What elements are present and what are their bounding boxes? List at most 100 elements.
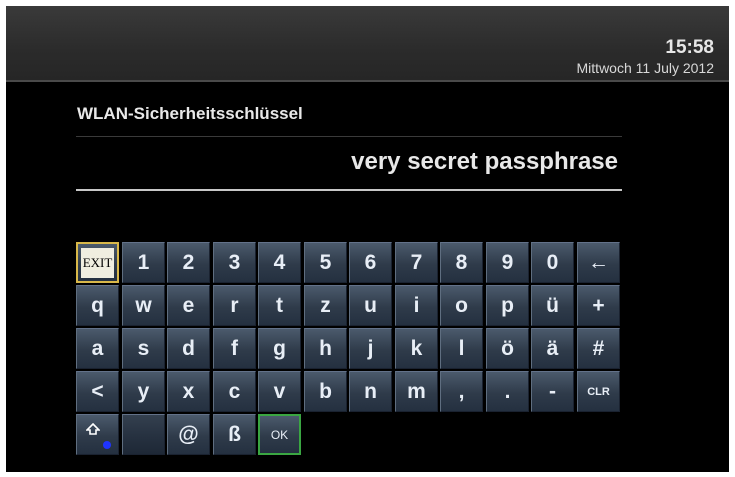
key-g[interactable]: g bbox=[258, 328, 301, 369]
key-d[interactable]: d bbox=[167, 328, 210, 369]
key-period[interactable]: . bbox=[486, 371, 529, 412]
key-e-label: e bbox=[182, 293, 195, 317]
key-6[interactable]: 6 bbox=[349, 242, 392, 283]
key-at[interactable]: @ bbox=[167, 414, 210, 455]
key-q[interactable]: q bbox=[76, 285, 119, 326]
key-e[interactable]: e bbox=[167, 285, 210, 326]
clock-date: Mittwoch 11 July 2012 bbox=[576, 60, 714, 76]
key-s-label: s bbox=[137, 336, 150, 360]
key-plus-label: + bbox=[592, 293, 605, 317]
key-x[interactable]: x bbox=[167, 371, 210, 412]
key-g-label: g bbox=[273, 336, 286, 360]
key-4[interactable]: 4 bbox=[258, 242, 301, 283]
key-hash-label: # bbox=[592, 336, 605, 360]
key-q-label: q bbox=[91, 293, 104, 317]
key-0-label: 0 bbox=[546, 250, 559, 274]
key-period-label: . bbox=[504, 379, 511, 403]
key-c-label: c bbox=[228, 379, 241, 403]
key-j-label: j bbox=[367, 336, 374, 360]
key-v-label: v bbox=[273, 379, 286, 403]
key-n-label: n bbox=[364, 379, 377, 403]
key-i[interactable]: i bbox=[395, 285, 438, 326]
key-u[interactable]: u bbox=[349, 285, 392, 326]
key-l-label: l bbox=[458, 336, 465, 360]
key-m-label: m bbox=[407, 379, 426, 403]
key-6-label: 6 bbox=[364, 250, 377, 274]
key-1[interactable]: 1 bbox=[122, 242, 165, 283]
key-hash[interactable]: # bbox=[577, 328, 620, 369]
key-2[interactable]: 2 bbox=[167, 242, 210, 283]
key-ok[interactable]: OK bbox=[258, 414, 301, 455]
key-b-label: b bbox=[319, 379, 332, 403]
status-bar: 15:58 Mittwoch 11 July 2012 bbox=[6, 6, 729, 82]
key-y[interactable]: y bbox=[122, 371, 165, 412]
clock-time: 15:58 bbox=[665, 37, 714, 58]
key-u-umlaut[interactable]: ü bbox=[531, 285, 574, 326]
tv-screen: 15:58 Mittwoch 11 July 2012 WLAN-Sicherh… bbox=[6, 6, 729, 472]
key-r[interactable]: r bbox=[213, 285, 256, 326]
passphrase-value: very secret passphrase bbox=[351, 148, 618, 175]
key-8[interactable]: 8 bbox=[440, 242, 483, 283]
key-a-umlaut[interactable]: ä bbox=[531, 328, 574, 369]
key-minus-label: - bbox=[549, 379, 556, 403]
key-w[interactable]: w bbox=[122, 285, 165, 326]
key-a-umlaut-label: ä bbox=[546, 336, 559, 360]
key-less-than[interactable]: < bbox=[76, 371, 119, 412]
key-1-label: 1 bbox=[137, 250, 150, 274]
key-y-label: y bbox=[137, 379, 150, 403]
key-ok-label: OK bbox=[270, 427, 289, 442]
key-c[interactable]: c bbox=[213, 371, 256, 412]
key-plus[interactable]: + bbox=[577, 285, 620, 326]
key-clear-label: CLR bbox=[587, 385, 610, 398]
key-7-label: 7 bbox=[410, 250, 423, 274]
key-3-label: 3 bbox=[228, 250, 241, 274]
key-b[interactable]: b bbox=[304, 371, 347, 412]
passphrase-input[interactable]: very secret passphrase bbox=[76, 136, 622, 191]
key-u-umlaut-label: ü bbox=[546, 293, 559, 317]
key-z[interactable]: z bbox=[304, 285, 347, 326]
key-clear[interactable]: CLR bbox=[577, 371, 620, 412]
key-a[interactable]: a bbox=[76, 328, 119, 369]
key-4-label: 4 bbox=[273, 250, 286, 274]
key-minus[interactable]: - bbox=[531, 371, 574, 412]
key-o[interactable]: o bbox=[440, 285, 483, 326]
key-5[interactable]: 5 bbox=[304, 242, 347, 283]
key-shift[interactable] bbox=[76, 414, 119, 455]
key-m[interactable]: m bbox=[395, 371, 438, 412]
key-x-label: x bbox=[182, 379, 195, 403]
key-v[interactable]: v bbox=[258, 371, 301, 412]
key-o-umlaut[interactable]: ö bbox=[486, 328, 529, 369]
key-o-label: o bbox=[455, 293, 468, 317]
key-z-label: z bbox=[320, 293, 331, 317]
key-k-label: k bbox=[410, 336, 423, 360]
key-j[interactable]: j bbox=[349, 328, 392, 369]
key-t[interactable]: t bbox=[258, 285, 301, 326]
key-eszett[interactable]: ß bbox=[213, 414, 256, 455]
key-0[interactable]: 0 bbox=[531, 242, 574, 283]
key-f[interactable]: f bbox=[213, 328, 256, 369]
field-label: WLAN-Sicherheitsschlüssel bbox=[77, 104, 303, 123]
key-a-label: a bbox=[91, 336, 104, 360]
key-backspace[interactable]: ← bbox=[577, 242, 620, 283]
key-w-label: w bbox=[135, 293, 152, 317]
key-h[interactable]: h bbox=[304, 328, 347, 369]
key-d-label: d bbox=[182, 336, 195, 360]
key-less-than-label: < bbox=[91, 379, 104, 403]
key-t-label: t bbox=[276, 293, 283, 317]
key-7[interactable]: 7 bbox=[395, 242, 438, 283]
key-3[interactable]: 3 bbox=[213, 242, 256, 283]
key-k[interactable]: k bbox=[395, 328, 438, 369]
key-backspace-label: ← bbox=[588, 250, 609, 274]
key-h-label: h bbox=[319, 336, 332, 360]
shift-icon bbox=[86, 423, 100, 435]
key-2-label: 2 bbox=[182, 250, 195, 274]
key-space[interactable] bbox=[122, 414, 165, 455]
key-n[interactable]: n bbox=[349, 371, 392, 412]
key-s[interactable]: s bbox=[122, 328, 165, 369]
key-9[interactable]: 9 bbox=[486, 242, 529, 283]
key-p[interactable]: p bbox=[486, 285, 529, 326]
key-l[interactable]: l bbox=[440, 328, 483, 369]
key-exit[interactable]: EXIT bbox=[76, 242, 119, 283]
key-9-label: 9 bbox=[501, 250, 514, 274]
key-comma[interactable]: , bbox=[440, 371, 483, 412]
